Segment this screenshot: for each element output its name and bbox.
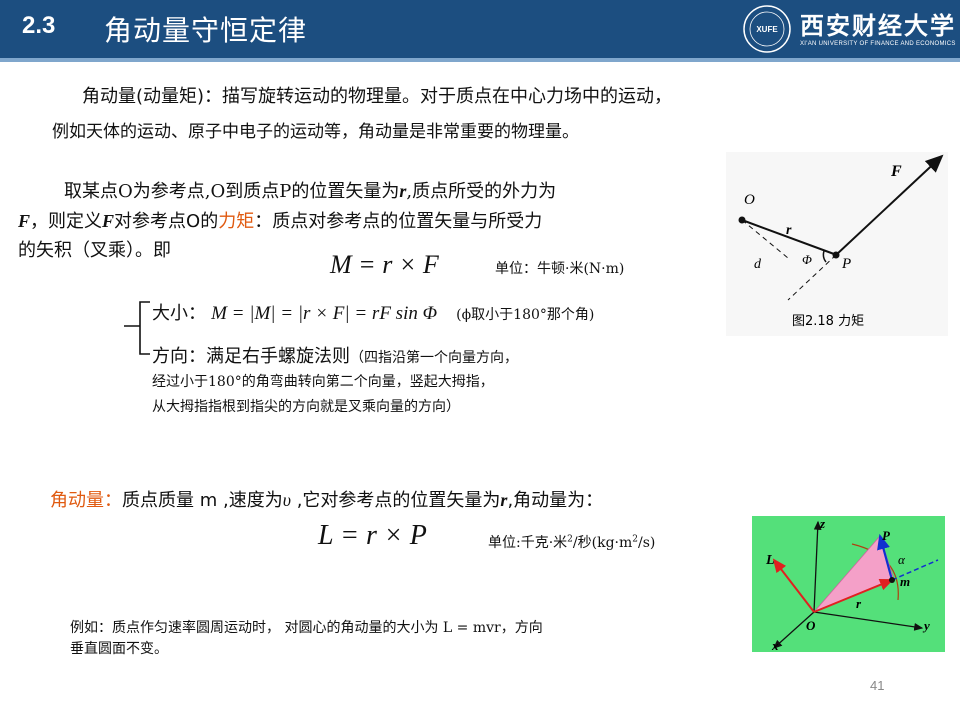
torque-line-1: 取某点O为参考点,O到质点P的位置矢量为r,质点所受的外力为: [64, 181, 557, 202]
lever-arm-line: [741, 219, 789, 259]
page-number: 41: [870, 678, 885, 693]
figure-torque: O P F r d Φ 图2.18 力矩: [726, 152, 948, 336]
torque-diagram: O P F r d Φ 图2.18 力矩: [738, 154, 944, 329]
torque-line-3: 的矢积（叉乘）。即: [18, 240, 171, 261]
angular-momentum-formula: L = r × P: [318, 520, 427, 551]
force-vector-line: [835, 154, 944, 256]
label-f: F: [890, 163, 902, 180]
label-o: O: [744, 192, 755, 208]
label-phi: Φ: [802, 252, 812, 267]
z-axis: [813, 520, 822, 613]
magnitude-note: (ϕ取小于180°那个角): [456, 307, 595, 323]
example-line-2: 垂直圆面不变。: [70, 641, 168, 657]
label-p-vector: P: [882, 528, 891, 543]
angular-momentum-diagram: z y x O L P r m α: [765, 516, 939, 653]
label-alpha: α: [898, 552, 906, 567]
magnitude-row: 大小： M = |M| = |r × F| = rF sin Φ (ϕ取小于18…: [152, 303, 595, 324]
force-extension-line: [787, 254, 837, 301]
direction-row: 方向：满足右手螺旋法则（四指沿第一个向量方向，: [152, 346, 518, 367]
svg-text:XUFE: XUFE: [756, 25, 778, 34]
label-y: y: [922, 618, 930, 633]
label-x: x: [771, 638, 779, 652]
figure-caption: 图2.18 力矩: [792, 314, 864, 329]
label-r-vector: r: [856, 596, 862, 611]
example-line-1: 例如：质点作匀速率圆周运动时， 对圆心的角动量的大小为 L = mvr，方向: [70, 620, 543, 636]
angular-momentum-unit: 单位:千克·米2/秒(kg·m2/s): [488, 534, 656, 551]
section-number: 2.3: [22, 12, 56, 39]
intro-continuation: 对于质点在中心力场中的运动，: [420, 86, 673, 107]
l-vector: [772, 558, 815, 613]
university-name-cn: 西安财经大学: [800, 11, 956, 40]
angular-momentum-term: 角动量：: [50, 490, 122, 511]
label-l: L: [765, 553, 775, 568]
intro-line-2: 例如天体的运动、原子中电子的运动等，角动量是非常重要的物理量。: [52, 122, 579, 142]
torque-line-2: F，则定义F对参考点O的力矩：质点对参考点的位置矢量与所受力: [18, 211, 543, 232]
angular-momentum-line: 角动量：质点质量 m ,速度为υ ,它对参考点的位置矢量为r,角动量为：: [50, 490, 604, 511]
magnitude-formula: M = |M| = |r × F| = rF sin Φ: [211, 303, 438, 324]
particle-m: [889, 577, 895, 583]
page-title: 角动量守恒定律: [104, 14, 308, 47]
brace-icon: [124, 301, 150, 355]
direction-note-2: 经过小于180°的角弯曲转向第二个向量，竖起大拇指，: [152, 374, 494, 390]
label-d: d: [754, 257, 762, 272]
university-name-en: XI'AN UNIVERSITY OF FINANCE AND ECONOMIC…: [800, 41, 956, 47]
torque-formula: M = r × F: [330, 250, 439, 279]
label-z: z: [819, 516, 826, 531]
label-m: m: [900, 574, 910, 589]
university-seal-icon: XUFE: [743, 5, 791, 53]
intro-line-1: 角动量(动量矩)：描写旋转运动的物理量。对于质点在中心力场中的运动，: [82, 82, 672, 108]
torque-unit: 单位：牛顿·米(N·m): [495, 261, 625, 277]
label-r: r: [786, 223, 792, 238]
angle-arc: [822, 250, 827, 263]
figure-angular-momentum: z y x O L P r m α: [752, 516, 945, 653]
torque-term: 力矩: [218, 211, 255, 232]
label-p: P: [841, 256, 851, 272]
label-o-axes: O: [806, 618, 816, 633]
y-axis: [813, 611, 924, 631]
direction-note-3: 从大拇指指根到指尖的方向就是叉乘向量的方向）: [152, 399, 460, 415]
intro-definition: 角动量(动量矩)：描写旋转运动的物理量。: [82, 86, 421, 107]
header-divider: [0, 58, 960, 62]
